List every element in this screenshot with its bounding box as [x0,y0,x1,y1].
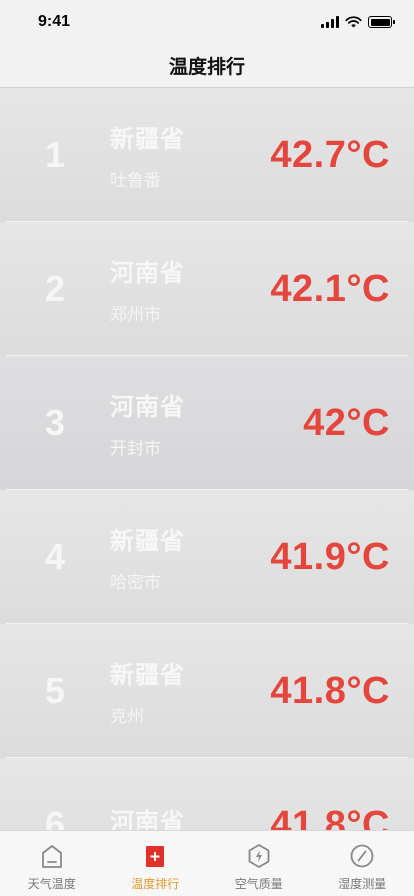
ranking-row-selected[interactable]: 3 河南省 开封市 42°C [0,356,414,490]
tab-humidity-measurement[interactable]: 湿度测量 [311,831,414,896]
temperature-value: 42°C [303,401,390,444]
city-name: 哈密市 [110,573,161,593]
tab-temperature-ranking[interactable]: 温度排行 [104,831,208,896]
rank-number: 6 [44,804,66,830]
temperature-value: 42.7°C [270,133,390,176]
ranking-row[interactable]: 4 新疆省 哈密市 41.9°C [0,490,414,624]
tab-label: 空气质量 [234,877,283,891]
tab-bar: 天气温度 温度排行 空气质量 湿度测量 [0,830,414,896]
province-name: 新疆省 [110,125,185,153]
city-name: 吐鲁番 [110,171,161,191]
tab-label: 湿度测量 [338,877,387,891]
province-name: 新疆省 [110,661,185,689]
signal-icon [321,16,339,28]
province-name: 河南省 [110,259,185,287]
temperature-value: 41.8°C [270,669,390,712]
ranking-row[interactable]: 5 新疆省 克州 41.8°C [0,624,414,758]
city-name: 开封市 [110,439,161,459]
temperature-value: 41.8°C [270,803,390,831]
tab-weather-temperature[interactable]: 天气温度 [0,831,104,896]
tab-label: 温度排行 [131,877,180,891]
page-title: 温度排行 [168,56,245,78]
tab-air-quality[interactable]: 空气质量 [207,831,311,896]
tab-label: 天气温度 [27,877,76,891]
battery-icon [368,16,395,28]
gauge-icon [350,844,374,868]
plus-box-icon [146,846,165,867]
ranking-list[interactable]: 1 新疆省 吐鲁番 42.7°C 2 河南省 郑州市 42.1°C 3 河南省 … [0,88,414,830]
thermometer-icon [41,845,62,868]
rank-number: 4 [44,536,66,577]
rank-location: 新疆省 哈密市 [110,521,270,593]
ranking-row[interactable]: 6 河南省 41.8°C [0,758,414,830]
temperature-value: 42.1°C [270,267,390,310]
city-name: 克州 [110,707,144,727]
rank-number: 3 [44,402,66,443]
rank-location: 河南省 开封市 [110,387,303,459]
province-name: 河南省 [110,807,185,831]
temperature-value: 41.9°C [270,535,390,578]
lightning-hexagon-icon [248,844,270,868]
city-name: 郑州市 [110,305,161,325]
rank-number: 1 [44,134,66,175]
ranking-row[interactable]: 1 新疆省 吐鲁番 42.7°C [0,88,414,222]
status-icons [321,16,395,28]
nav-bar: 温度排行 [0,44,414,88]
status-bar: 9:41 [0,0,414,44]
status-time: 9:41 [38,13,71,30]
ranking-row[interactable]: 2 河南省 郑州市 42.1°C [0,222,414,356]
rank-location: 新疆省 吐鲁番 [110,119,270,191]
rank-location: 新疆省 克州 [110,655,270,727]
province-name: 新疆省 [110,527,185,555]
rank-location: 河南省 郑州市 [110,253,270,325]
rank-number: 2 [44,268,66,309]
wifi-icon [345,16,362,28]
province-name: 河南省 [110,393,185,421]
rank-location: 河南省 [110,802,270,831]
rank-number: 5 [44,670,66,711]
